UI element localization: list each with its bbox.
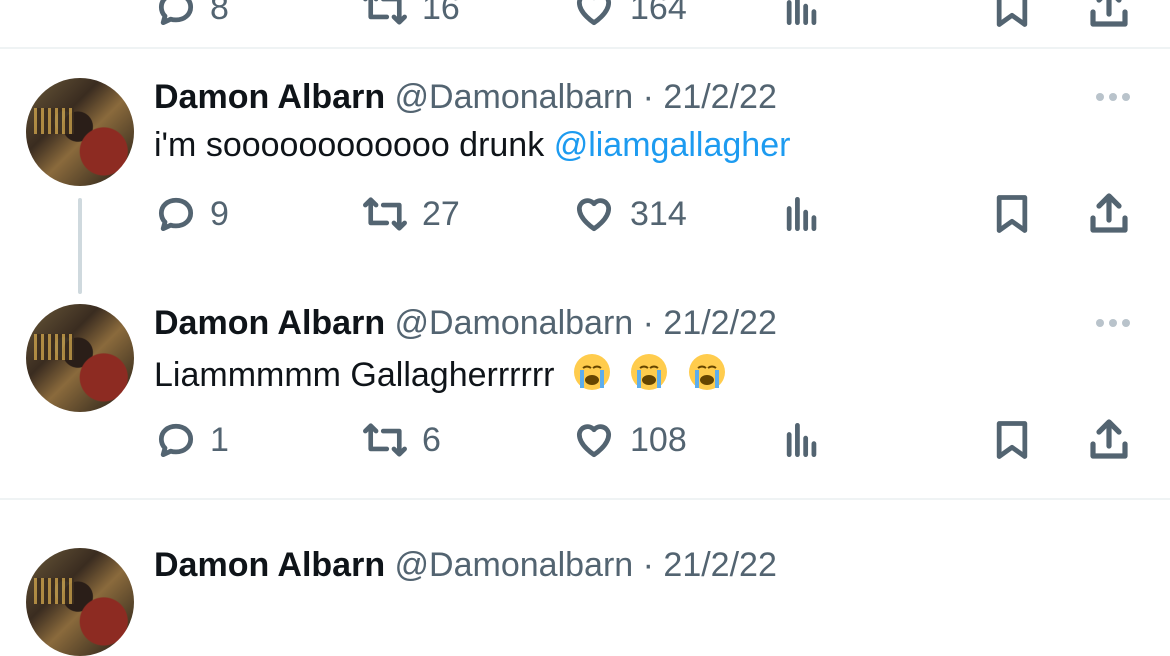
avatar[interactable]: [26, 304, 134, 412]
divider: [0, 47, 1170, 49]
retweet-count: 27: [422, 194, 460, 233]
mention-link[interactable]: @liamgallagher: [554, 126, 791, 164]
tweet-text-plain: Liammmmm Gallagherrrrrr: [154, 356, 555, 394]
reply-icon: [158, 0, 194, 26]
tweet-date[interactable]: 21/2/22: [663, 546, 776, 584]
retweet-count: 6: [422, 420, 441, 459]
reply-button[interactable]: 9: [154, 184, 229, 244]
like-count: 164: [630, 0, 687, 27]
like-count: 314: [630, 194, 687, 233]
separator: ·: [642, 546, 654, 584]
share-button[interactable]: [1085, 184, 1133, 244]
loudly-crying-face-icon: [631, 354, 668, 390]
reply-button[interactable]: 1: [154, 410, 229, 470]
retweet-button[interactable]: 16: [360, 0, 460, 38]
views-icon: [786, 422, 817, 458]
views-button[interactable]: [780, 0, 824, 38]
tweet-actions: 1 6 108: [0, 410, 1170, 470]
share-icon: [1090, 193, 1128, 233]
views-icon: [786, 196, 817, 232]
avatar[interactable]: [26, 548, 134, 656]
tweet-header: Damon Albarn @Damonalbarn · 21/2/22: [154, 304, 777, 343]
retweet-icon: [363, 0, 407, 25]
avatar[interactable]: [26, 78, 134, 186]
author-handle[interactable]: @Damonalbarn: [395, 546, 634, 584]
tweet-date[interactable]: 21/2/22: [663, 304, 776, 342]
reply-button[interactable]: 8: [154, 0, 229, 38]
tweet-actions-top: 8 16 164: [0, 0, 1170, 38]
retweet-icon: [363, 423, 407, 457]
share-icon: [1090, 0, 1128, 27]
views-button[interactable]: [780, 184, 824, 244]
retweet-count: 16: [422, 0, 460, 27]
thread-connector-line: [78, 198, 82, 294]
like-button[interactable]: 108: [570, 410, 687, 470]
tweet-header: Damon Albarn @Damonalbarn · 21/2/22: [154, 546, 777, 585]
reply-count: 1: [210, 420, 229, 459]
more-icon: [1096, 319, 1104, 327]
reply-count: 8: [210, 0, 229, 27]
share-icon: [1090, 419, 1128, 459]
like-icon: [576, 0, 612, 26]
author-name[interactable]: Damon Albarn: [154, 78, 385, 116]
bookmark-icon: [996, 195, 1028, 233]
bookmark-icon: [996, 0, 1028, 27]
divider: [0, 498, 1170, 500]
like-icon: [576, 424, 612, 458]
more-button[interactable]: [1096, 319, 1130, 327]
retweet-icon: [363, 197, 407, 231]
bookmark-button[interactable]: [990, 0, 1034, 38]
share-button[interactable]: [1085, 410, 1133, 470]
tweet-date[interactable]: 21/2/22: [663, 78, 776, 116]
like-icon: [576, 198, 612, 232]
tweet-text: i'm soooooooooooo drunk @liamgallagher: [154, 126, 790, 165]
like-count: 108: [630, 420, 687, 459]
reply-icon: [158, 423, 194, 458]
loudly-crying-face-icon: [688, 354, 725, 390]
share-button[interactable]: [1085, 0, 1133, 38]
views-button[interactable]: [780, 410, 824, 470]
views-icon: [786, 0, 817, 26]
more-button[interactable]: [1096, 93, 1130, 101]
more-icon: [1096, 93, 1104, 101]
tweet-actions: 9 27 314: [0, 184, 1170, 244]
bookmark-icon: [996, 421, 1028, 459]
separator: ·: [642, 304, 654, 342]
reply-icon: [158, 197, 194, 232]
loudly-crying-face-icon: [573, 354, 610, 390]
reply-count: 9: [210, 194, 229, 233]
author-handle[interactable]: @Damonalbarn: [395, 78, 634, 116]
author-handle[interactable]: @Damonalbarn: [395, 304, 634, 342]
retweet-button[interactable]: 6: [360, 410, 441, 470]
bookmark-button[interactable]: [990, 184, 1034, 244]
author-name[interactable]: Damon Albarn: [154, 546, 385, 584]
tweet-text-plain: i'm soooooooooooo drunk: [154, 126, 545, 164]
bookmark-button[interactable]: [990, 410, 1034, 470]
like-button[interactable]: 164: [570, 0, 687, 38]
tweet-text: Liammmmm Gallagherrrrrr: [154, 352, 727, 395]
retweet-button[interactable]: 27: [360, 184, 460, 244]
author-name[interactable]: Damon Albarn: [154, 304, 385, 342]
separator: ·: [642, 78, 654, 116]
tweet-header: Damon Albarn @Damonalbarn · 21/2/22: [154, 78, 777, 117]
like-button[interactable]: 314: [570, 184, 687, 244]
